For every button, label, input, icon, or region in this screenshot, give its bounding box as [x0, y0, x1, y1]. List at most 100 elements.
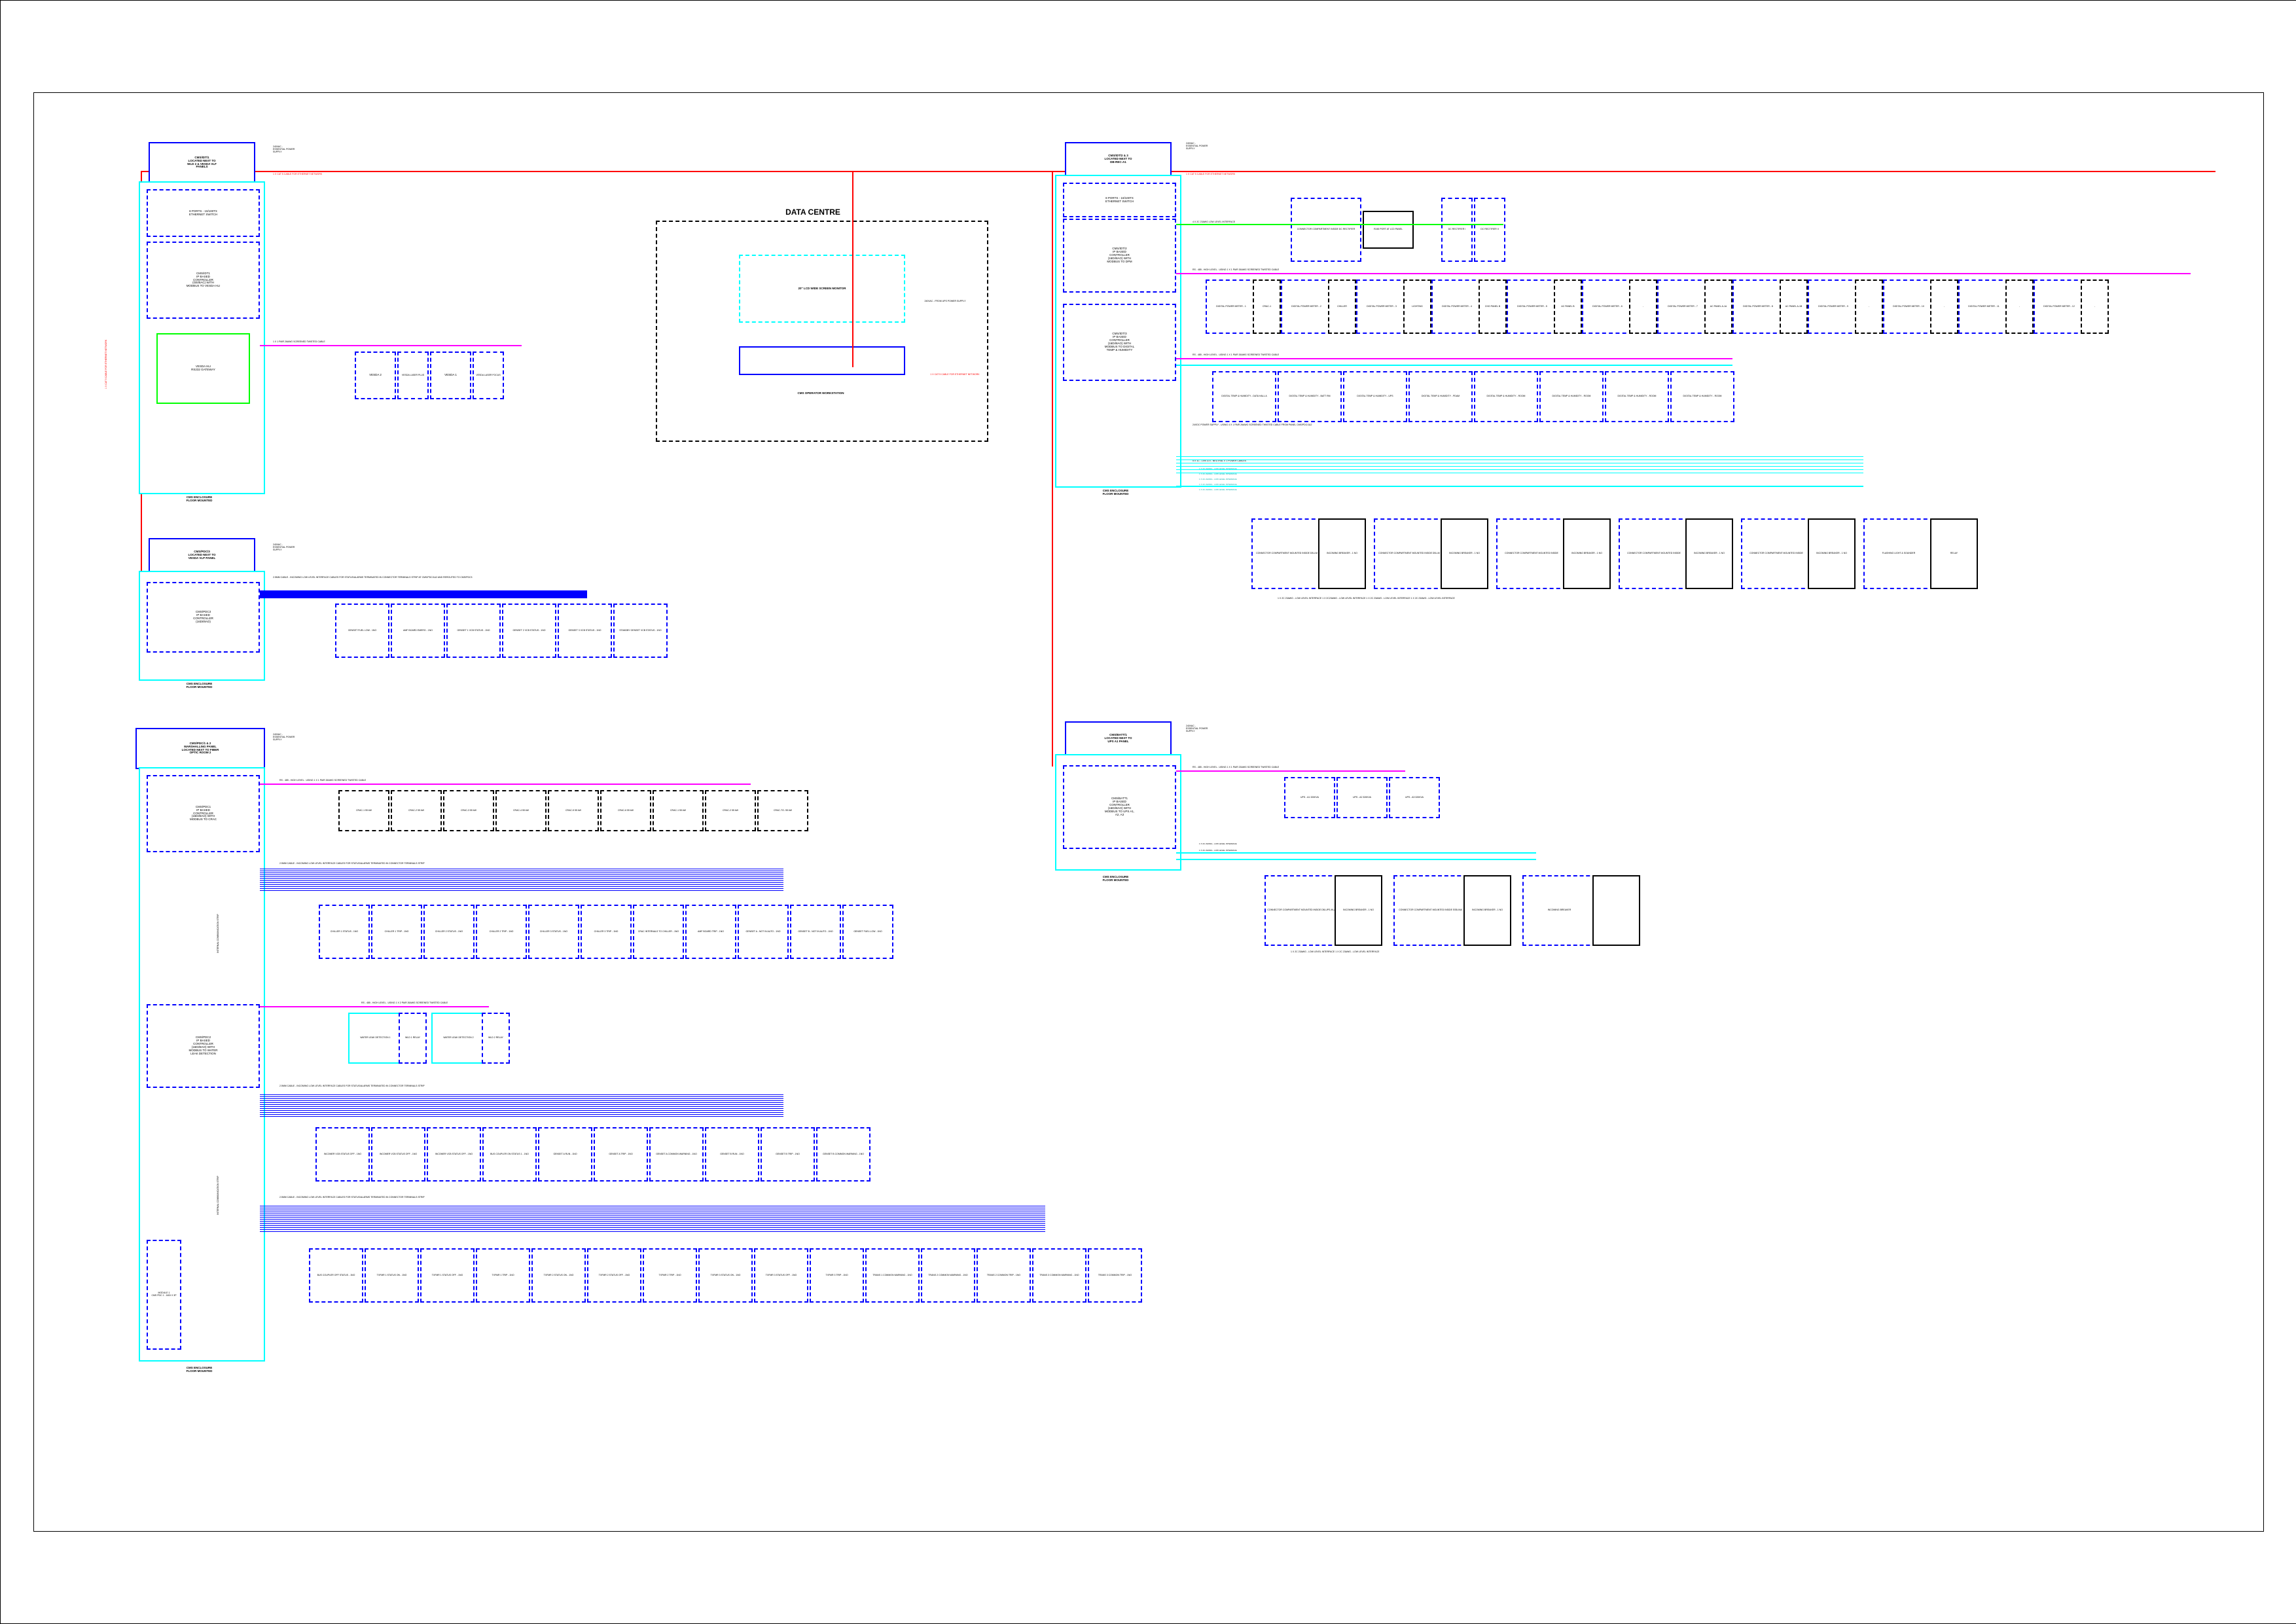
pair: AC PANEL A-1B: [1780, 280, 1808, 334]
pair: FLASHING LIGHT & SOUNDER: [1863, 518, 1934, 589]
item: GENSET 1 VCB STATUS - 1NO: [446, 604, 501, 658]
idt23-rs485: RS - 485 - HIGH LEVEL - USING 1 X 1 PAIR…: [1193, 268, 1389, 271]
pair: -: [1629, 280, 1657, 334]
pair: CONNECTOR COMPARTMENT MOUNTED INSIDE DB-…: [1374, 518, 1444, 589]
batt-foot: CMS ENCLOSUREFLOOR MOUNTED: [1065, 875, 1166, 882]
item: GENSET B TRIP - 1NO: [761, 1127, 815, 1182]
pair: DIGITAL POWER METER - 12: [2034, 280, 2085, 334]
item: TRANS 2 COMMON WARNING - 1NO: [921, 1248, 975, 1303]
pdc3-ctrl: CMS/PDC3IP BASEDCONTROLLER(16DI/8AO): [147, 582, 260, 653]
pair: -: [2005, 280, 2034, 334]
pair: INCOMING BREAKER: [1522, 875, 1596, 946]
data-centre-box: 20" LCD WIDE SCREEN MONITOR CMS OPERATOR…: [656, 221, 988, 442]
item: CRAC INTERNALS TO CHILLER - 1NO: [633, 905, 684, 959]
left-cat5-v: 1 X CAT 5 CABLE FOR ETHERNET NETWORK: [105, 258, 107, 389]
pair: DIGITAL POWER METER - 5: [1507, 280, 1558, 334]
pair: -: [2081, 280, 2109, 334]
vesda-1: VESDA LASER PLUS: [397, 352, 429, 399]
item: CRAC-TO- 55 kW: [757, 790, 808, 831]
pair: INCOMING BREAKER - 1 NO: [1463, 875, 1511, 946]
pair: DIGITAL POWER METER - 7: [1657, 280, 1708, 334]
vesda-2: VESDA 1: [430, 352, 471, 399]
idt23-title: CMS/IDT/2 & 3LOCATED NEXT TODB-REC-A1: [1065, 142, 1172, 177]
pdc12-power: 240VAC -ESSENTIAL POWERSUPPLY: [273, 733, 325, 741]
item: CHILLER 2 TRIP - 1NO: [476, 905, 527, 959]
pair: -: [1855, 280, 1883, 334]
item: GENSET FUEL LOW - 1NO: [842, 905, 893, 959]
vesda-3: VESDA LASER FOCUS: [473, 352, 504, 399]
item: GENSET 2 VCB STATUS - 1NO: [502, 604, 556, 658]
pair: DIGITAL POWER METER - 1: [1206, 280, 1257, 334]
pair: CONNECTOR COMPARTMENT MOUNTED INSIDE: [1619, 518, 1689, 589]
ws-power: 240VAC - FROM UPS POWER SUPPLY: [912, 300, 978, 303]
idt1-vesda: VESDA HLIRS232 GATEWAY: [156, 333, 250, 404]
pdc3-title: CMS/PDC/3LOCATED NEXT TOVESDA VLP PANEL: [149, 538, 255, 573]
item: AMF BOARD TRIP - 1NO: [685, 905, 736, 959]
pdc3-cable: 2.5MM CABLE - INCOMING LOW LEVEL INTERFA…: [273, 576, 731, 579]
pair: DIGITAL POWER METER - 3: [1356, 280, 1407, 334]
idt1-switch: 8 PORTS - 10/100TXETHERNET SWITCH: [147, 189, 260, 237]
batt-ctrl: CMS/BATT1IP BASEDCONTROLLER(16DI/8AO) WI…: [1063, 765, 1176, 849]
vesda-0: VESDA 2: [355, 352, 396, 399]
item: INCOMER VCB STATUS OFF - 1NO: [315, 1127, 370, 1182]
blue-bundle-3: [260, 1206, 1045, 1232]
pair: WLD 2 RELAY: [482, 1013, 510, 1064]
ethernet-top: [141, 171, 2215, 172]
item: BUS COUPLER ON STATUS 1 - 1NO: [482, 1127, 537, 1182]
pair: CONNECTOR COMPARTMENT MOUNTED INSIDE: [1496, 518, 1567, 589]
item: CHILLER 1 STATUS - 1NO: [319, 905, 370, 959]
idt2-ctrl: CMS/IDT/2IP BASEDCONTROLLER(16DI/8AO) WI…: [1063, 219, 1176, 293]
item: GENSET B COMMON WARNING - 1NO: [816, 1127, 870, 1182]
item: CRAC-6 55 kW: [600, 790, 651, 831]
item: TRANS 3 COMMON TRIP - 1NO: [1088, 1248, 1142, 1303]
item: GENSET B RUN - 1NO: [705, 1127, 759, 1182]
idt23-mag: [1176, 273, 2191, 274]
pdc3-lines: [260, 590, 587, 598]
pair: DIGITAL POWER METER - 11: [1958, 280, 2009, 334]
item: CHILLER 1 TRIP - 1NO: [371, 905, 422, 959]
pair: DIGITAL POWER METER - 10: [1883, 280, 1934, 334]
monitor-box: 20" LCD WIDE SCREEN MONITOR: [739, 255, 905, 323]
pdc2-cable3: 2.5MM CABLE - INCOMING LOW LEVEL INTERFA…: [279, 1085, 541, 1087]
item: CHILLER 2 STATUS - 1NO: [423, 905, 475, 959]
batt-cyan: [1176, 852, 1536, 854]
pdc3-power: 240VAC -ESSENTIAL POWERSUPPLY: [273, 543, 325, 551]
pair: [1592, 875, 1640, 946]
batt-mag: [1176, 770, 1405, 772]
pair: CHG PANEL B: [1479, 280, 1507, 334]
item: TRANS 2 COMMON TRIP - 1NO: [977, 1248, 1031, 1303]
item: GENSET A COMMON WARNING - 1NO: [649, 1127, 704, 1182]
pair: AC PANEL A-1A: [1704, 280, 1732, 334]
pair: INCOMING BREAKER - 1 NO: [1441, 518, 1488, 589]
cyan-bundle: [1176, 456, 1863, 476]
idt23-rownote: 1 X 2C 23AWG - LOW LEVEL INTERFACE 1 X 2…: [1278, 597, 1867, 600]
blue-bundle-2: [260, 1094, 783, 1117]
idt23-power: 240VAC -ESSENTIAL POWERSUPPLY: [1186, 142, 1238, 150]
batt-power: 240VAC -ESSENTIAL POWERSUPPLY: [1186, 725, 1238, 732]
idt23-mag2: [1176, 358, 1732, 359]
pdc12-enc: CMS/PDC1IP BASEDCONTROLLER(16DI/8AO) WIT…: [139, 767, 265, 1362]
pdc2-rs485: RS - 485 - HIGH LEVEL - USING 1 X 2 PAIR…: [361, 1001, 558, 1004]
pair: CONNECTOR COMPARTMENT MOUNTED INSIDE: [1741, 518, 1812, 589]
swg: 1 X 2C 23AWG - LOW LEVEL INTERFACE: [1199, 849, 1330, 852]
item: DIGITAL TEMP & HUMIDITY - ROOM: [1670, 371, 1734, 422]
item: DIGITAL TEMP & HUMIDITY - ROOM: [1605, 371, 1669, 422]
batt-title: CMS/BATT/1LOCATED NEXT TOUPS A1 PANEL: [1065, 721, 1172, 756]
item: TXFMR 3 STATUS OFF - 1NO: [754, 1248, 808, 1303]
pdc-comm1: INTERNAL COMMUNICATION STRIP: [217, 901, 220, 966]
idt23-green: [1176, 224, 1503, 225]
eth-to-ws: [852, 171, 853, 367]
pdc1-cable2: 2.5MM CABLE - INCOMING LOW LEVEL INTERFA…: [279, 862, 541, 865]
idt23-powernote: 24VDC POWER SUPPLY - USING 4 X 1 PAIR 26…: [1193, 424, 1454, 426]
item: INCOMER VCB STATUS OFF - 1NO: [427, 1127, 481, 1182]
pdc-comm2: INTERNAL COMMUNICATION STRIP: [217, 1163, 220, 1228]
item: CRAC-5 55 kW: [548, 790, 599, 831]
idt23-cyan: [1176, 365, 1732, 366]
pdc1-rs485: RS - 485 - HIGH LEVEL - USING 1 X 1 PAIR…: [279, 779, 476, 782]
item: DIGITAL TEMP & HUMIDITY - DATA HALL A: [1212, 371, 1276, 422]
eth-to-batt: [1052, 171, 1053, 767]
item: TXFMR 3 STATUS ON - 1NO: [698, 1248, 753, 1303]
item: CHILLER 3 TRIP - 1NO: [581, 905, 632, 959]
drawing-frame: DATA CENTRE 20" LCD WIDE SCREEN MONITOR …: [0, 0, 2296, 1624]
item: CHILLER 3 STATUS - 1NO: [528, 905, 579, 959]
